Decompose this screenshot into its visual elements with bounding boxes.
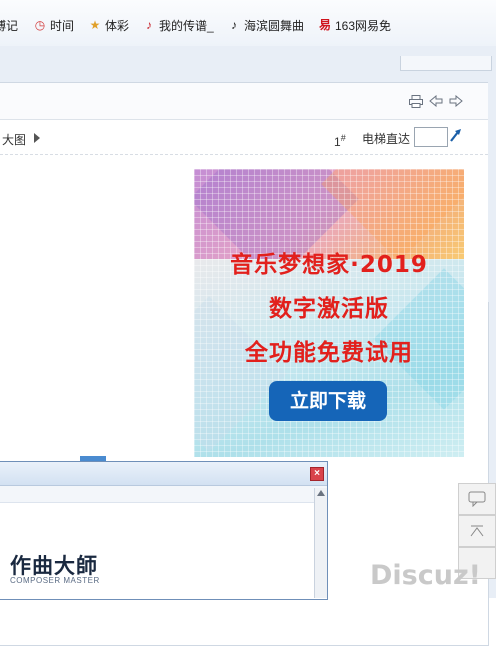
star-icon: ★: [89, 18, 101, 32]
bookmark-label: 我的传谱_: [159, 18, 214, 33]
ad-headline: 音乐梦想家·2019: [230, 252, 428, 278]
popup-scrollbar[interactable]: [314, 488, 327, 598]
floor-value: 1: [334, 135, 341, 149]
bookmark-label: 体彩: [105, 18, 130, 33]
arrow-right-icon[interactable]: [448, 94, 464, 109]
elevator-go-icon[interactable]: [448, 127, 464, 145]
clock-icon: ◷: [34, 18, 46, 32]
ad-banner[interactable]: 音乐梦想家·2019 数字激活版 全功能免费试用 立即下载: [194, 169, 464, 457]
bookmark-item-my-scores[interactable]: ♪ 我的传谱_: [142, 17, 214, 33]
comment-icon[interactable]: [458, 483, 496, 515]
post-meta-row: 大图 1# 电梯直达: [0, 120, 488, 155]
right-gutter: [488, 82, 496, 302]
bookmark-item-lottery[interactable]: ★ 体彩: [88, 17, 129, 33]
bookmark-item-notes[interactable]: 博记: [0, 17, 18, 33]
scroll-up-icon[interactable]: [317, 490, 325, 496]
popup-titlebar[interactable]: ×: [0, 462, 327, 486]
netease-icon: 易: [318, 18, 331, 32]
bookmark-label: 163网易免: [335, 18, 392, 33]
arrow-left-icon[interactable]: [428, 94, 444, 109]
download-now-button[interactable]: 立即下载: [269, 381, 387, 421]
close-icon[interactable]: ×: [310, 467, 324, 481]
composer-master-logo-en: COMPOSER MASTER: [10, 576, 100, 585]
view-large-link[interactable]: 大图: [2, 131, 26, 148]
back-to-top-icon[interactable]: [458, 515, 496, 547]
discuz-watermark: Discuz!: [370, 560, 481, 591]
popup-subbar: [0, 486, 327, 503]
music-logo-icon: ♪: [146, 18, 152, 32]
bookmark-item-waltz[interactable]: ♪ 海滨圆舞曲: [227, 17, 304, 33]
elevator-input[interactable]: [414, 127, 448, 147]
frame-tab-corner: [400, 56, 492, 71]
ad-tagline: 全功能免费试用: [245, 340, 413, 366]
music-note-icon: ♪: [231, 18, 237, 32]
floor-suffix: #: [340, 133, 346, 143]
bookmark-label: 海滨圆舞曲: [244, 18, 305, 33]
post-toolbar: [0, 83, 488, 120]
floor-number: 1#: [334, 133, 346, 149]
ad-subheadline: 数字激活版: [269, 296, 389, 322]
bookmarks-bar: 博记 ◷ 时间 ★ 体彩 ♪ 我的传谱_ ♪ 海滨圆舞曲 易 163网易免: [0, 0, 496, 47]
bookmark-label: 时间: [50, 18, 75, 33]
triangle-right-icon: [34, 133, 40, 143]
bookmark-item-163[interactable]: 易 163网易免: [318, 17, 391, 33]
bookmark-label: 博记: [0, 18, 19, 33]
bookmark-item-time[interactable]: ◷ 时间: [33, 17, 74, 33]
elevator-label: 电梯直达: [362, 132, 411, 146]
printer-icon[interactable]: [408, 95, 424, 109]
